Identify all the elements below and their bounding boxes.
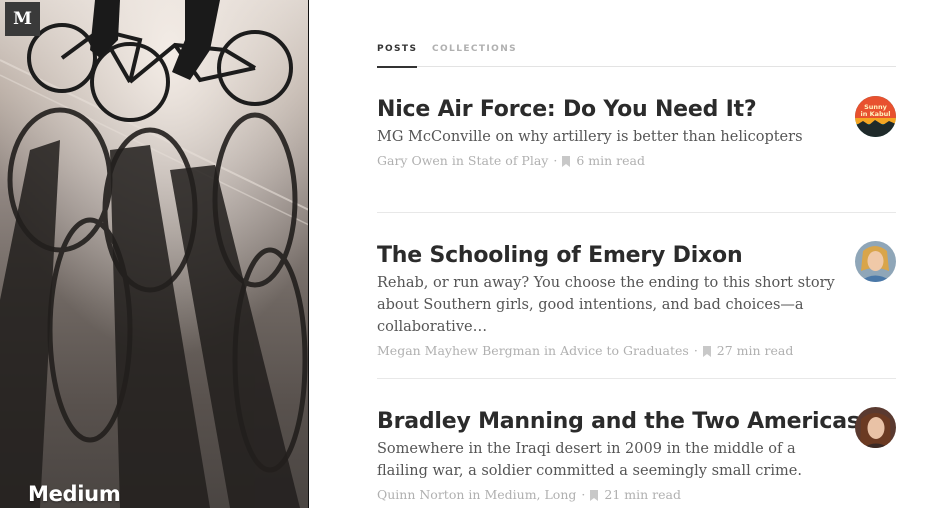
post-author[interactable]: Quinn Norton: [377, 486, 464, 504]
tab-posts[interactable]: POSTS: [377, 44, 418, 68]
post-collection[interactable]: State of Play: [468, 152, 548, 170]
panel-divider: [308, 0, 309, 508]
meta-separator: ·: [553, 153, 558, 168]
author-avatar[interactable]: [855, 407, 896, 448]
avatar-label: Sunny in Kabul: [860, 103, 890, 118]
post-author[interactable]: Gary Owen: [377, 152, 448, 170]
post-divider: [377, 212, 896, 213]
bookmark-icon[interactable]: [702, 345, 711, 357]
post-read-time: 27 min read: [716, 343, 794, 358]
post-title[interactable]: Nice Air Force: Do You Need It?: [377, 96, 896, 124]
meta-separator: ·: [581, 487, 586, 502]
post-read-time: 21 min read: [604, 487, 681, 502]
post-item[interactable]: Nice Air Force: Do You Need It? MG McCon…: [377, 96, 896, 170]
meta-separator: ·: [693, 343, 698, 358]
bookmark-icon[interactable]: [590, 489, 599, 501]
post-in-word: in: [451, 153, 464, 168]
profile-tabs: POSTS COLLECTIONS: [377, 44, 896, 68]
post-divider: [377, 378, 896, 379]
post-in-word: in: [468, 487, 481, 502]
post-title[interactable]: The Schooling of Emery Dixon: [377, 242, 896, 270]
medium-logo-icon[interactable]: M: [5, 2, 40, 36]
post-subtitle: Somewhere in the Iraqi desert in 2009 in…: [377, 441, 802, 479]
post-read-time: 6 min read: [576, 153, 645, 168]
post-meta: Quinn Norton in Medium, Long · 21 min re…: [377, 486, 896, 504]
author-avatar[interactable]: Sunny in Kabul: [855, 96, 896, 137]
post-meta: Gary Owen in State of Play · 6 min read: [377, 152, 896, 170]
post-author[interactable]: Megan Mayhew Bergman: [377, 342, 540, 360]
post-collection[interactable]: Advice to Graduates: [560, 342, 689, 360]
post-item[interactable]: Bradley Manning and the Two Americas Som…: [377, 407, 896, 504]
post-subtitle: MG McConville on why artillery is better…: [377, 129, 803, 145]
hero-image-panel: M Medium: [0, 0, 309, 508]
tab-collections[interactable]: COLLECTIONS: [432, 44, 517, 67]
post-meta: Megan Mayhew Bergman in Advice to Gradua…: [377, 342, 896, 360]
post-item[interactable]: The Schooling of Emery Dixon Rehab, or r…: [377, 241, 896, 360]
brand-name: Medium: [28, 482, 121, 506]
cyclists-shadow-photo: [0, 0, 309, 508]
post-title[interactable]: Bradley Manning and the Two Americas: [377, 408, 896, 436]
post-subtitle: Rehab, or run away? You choose the endin…: [377, 275, 835, 335]
bookmark-icon[interactable]: [562, 155, 571, 167]
post-collection[interactable]: Medium, Long: [484, 486, 576, 504]
author-avatar[interactable]: [855, 241, 896, 282]
post-in-word: in: [544, 343, 557, 358]
